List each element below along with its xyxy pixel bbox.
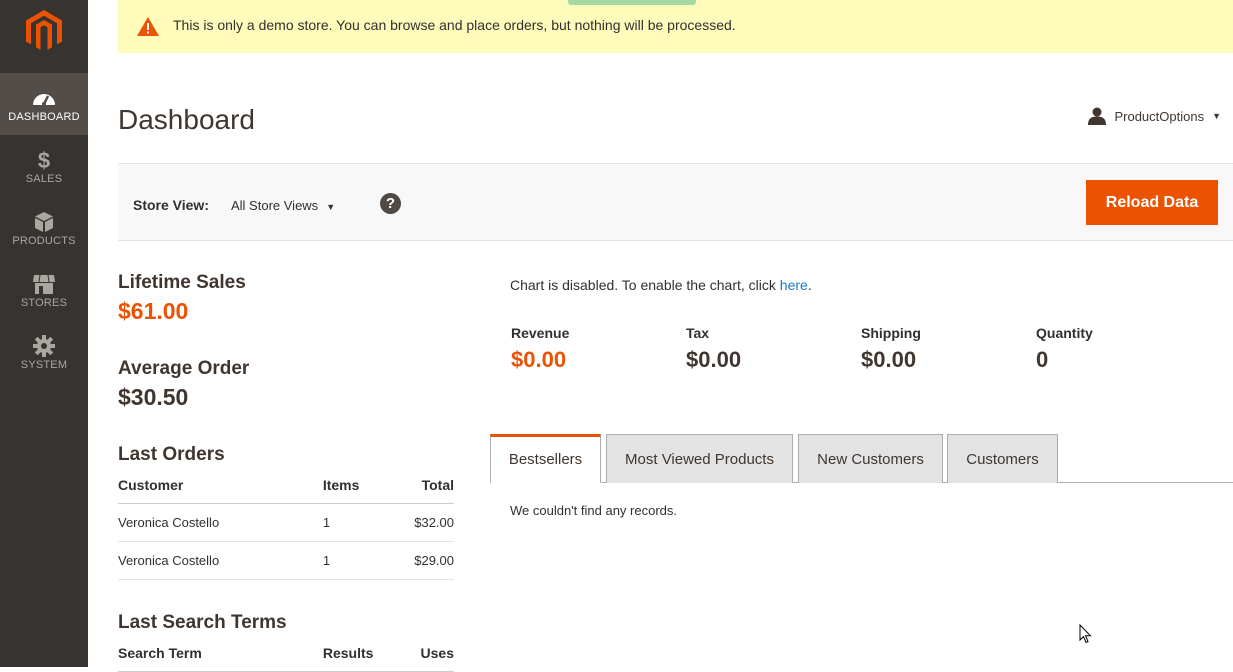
last-search-terms-table: Search Term Results Uses	[118, 642, 454, 672]
total-tax: Tax $0.00	[686, 325, 741, 373]
nav-item-label: STORES	[20, 297, 68, 309]
chart-note-text: Chart is disabled. To enable the chart, …	[510, 277, 780, 293]
store-view-toolbar: Store View: All Store Views ▼ ? Reload Da…	[118, 163, 1233, 241]
chart-disabled-note: Chart is disabled. To enable the chart, …	[510, 277, 812, 293]
tab-most-viewed-products[interactable]: Most Viewed Products	[606, 434, 793, 483]
dashboard-gauge-icon	[33, 94, 55, 106]
nav-item-system[interactable]: SYSTEM	[0, 321, 88, 383]
last-orders-table: Customer Items Total Veronica Costello 1…	[118, 474, 454, 580]
average-order-value: $30.50	[118, 384, 189, 410]
last-search-terms-title: Last Search Terms	[118, 612, 287, 633]
warning-icon	[137, 17, 159, 36]
total-label: Quantity	[1036, 325, 1093, 341]
demo-store-notice: This is only a demo store. You can brows…	[118, 0, 1233, 53]
total-label: Tax	[686, 325, 710, 341]
tab-new-customers[interactable]: New Customers	[798, 434, 943, 483]
total-label: Shipping	[861, 325, 921, 341]
order-total: $29.00	[393, 541, 454, 580]
chevron-down-icon: ▼	[326, 202, 336, 212]
dashboard-totals: Revenue $0.00 Tax $0.00 Shipping $0.00 Q…	[511, 325, 1211, 375]
dollar-icon: $	[38, 149, 50, 171]
nav-item-label: SALES	[25, 173, 63, 185]
box-icon	[35, 212, 53, 232]
help-icon[interactable]: ?	[380, 193, 401, 214]
notice-tab-handle	[568, 0, 696, 5]
svg-text:$: $	[38, 149, 50, 171]
order-items: 1	[322, 541, 394, 580]
lifetime-sales-label: Lifetime Sales	[118, 272, 246, 293]
magento-logo[interactable]	[24, 10, 64, 52]
column-header-total: Total	[393, 474, 454, 504]
total-value: $0.00	[686, 347, 742, 372]
average-order-label: Average Order	[118, 358, 250, 379]
store-view-select[interactable]: All Store Views ▼	[231, 198, 335, 213]
total-label: Revenue	[511, 325, 570, 341]
chart-note-suffix: .	[807, 277, 812, 293]
nav-item-sales[interactable]: $ SALES	[0, 135, 88, 197]
enable-chart-link[interactable]: here	[780, 277, 808, 293]
page-title: Dashboard	[118, 104, 255, 135]
gear-icon	[33, 335, 55, 357]
empty-records-message: We couldn't find any records.	[510, 503, 677, 518]
table-row[interactable]: Veronica Costello 1 $29.00	[118, 541, 454, 580]
account-name: ProductOptions	[1114, 108, 1205, 124]
nav-item-products[interactable]: PRODUCTS	[0, 197, 88, 259]
order-items: 1	[322, 503, 394, 542]
nav-item-stores[interactable]: STORES	[0, 259, 88, 321]
table-row[interactable]: Veronica Costello 1 $32.00	[118, 503, 454, 542]
total-shipping: Shipping $0.00	[861, 325, 921, 373]
total-value: 0	[1036, 347, 1049, 372]
column-header-items: Items	[322, 474, 394, 504]
account-menu[interactable]: ProductOptions ▼	[1088, 105, 1221, 127]
dashboard-tabs: Bestsellers Most Viewed Products New Cus…	[490, 434, 1233, 483]
nav-item-label: DASHBOARD	[8, 111, 80, 123]
total-revenue: Revenue $0.00	[511, 325, 569, 373]
order-customer: Veronica Costello	[118, 541, 323, 580]
total-quantity: Quantity 0	[1036, 325, 1093, 373]
storefront-icon	[33, 274, 55, 294]
reload-data-button[interactable]: Reload Data	[1086, 180, 1218, 225]
nav-item-label: PRODUCTS	[12, 235, 76, 247]
notice-text: This is only a demo store. You can brows…	[173, 17, 736, 33]
last-orders-title: Last Orders	[118, 444, 225, 465]
user-icon	[1088, 107, 1107, 125]
lifetime-sales-value: $61.00	[118, 298, 189, 324]
tab-customers[interactable]: Customers	[947, 434, 1058, 483]
store-view-label: Store View:	[133, 197, 209, 213]
order-total: $32.00	[393, 503, 454, 542]
total-value: $0.00	[861, 347, 917, 372]
total-value: $0.00	[511, 347, 567, 372]
mouse-cursor-icon	[1079, 624, 1092, 644]
chevron-down-icon: ▼	[1212, 111, 1221, 121]
column-header-customer: Customer	[118, 474, 323, 504]
admin-sidebar: DASHBOARD $ SALES PRODUCTS STORES SYSTEM	[0, 0, 88, 667]
order-customer: Veronica Costello	[118, 503, 323, 542]
nav-item-label: SYSTEM	[20, 359, 68, 371]
nav-item-dashboard[interactable]: DASHBOARD	[0, 73, 88, 135]
store-view-value: All Store Views	[231, 198, 319, 213]
tab-bestsellers[interactable]: Bestsellers	[490, 434, 601, 483]
